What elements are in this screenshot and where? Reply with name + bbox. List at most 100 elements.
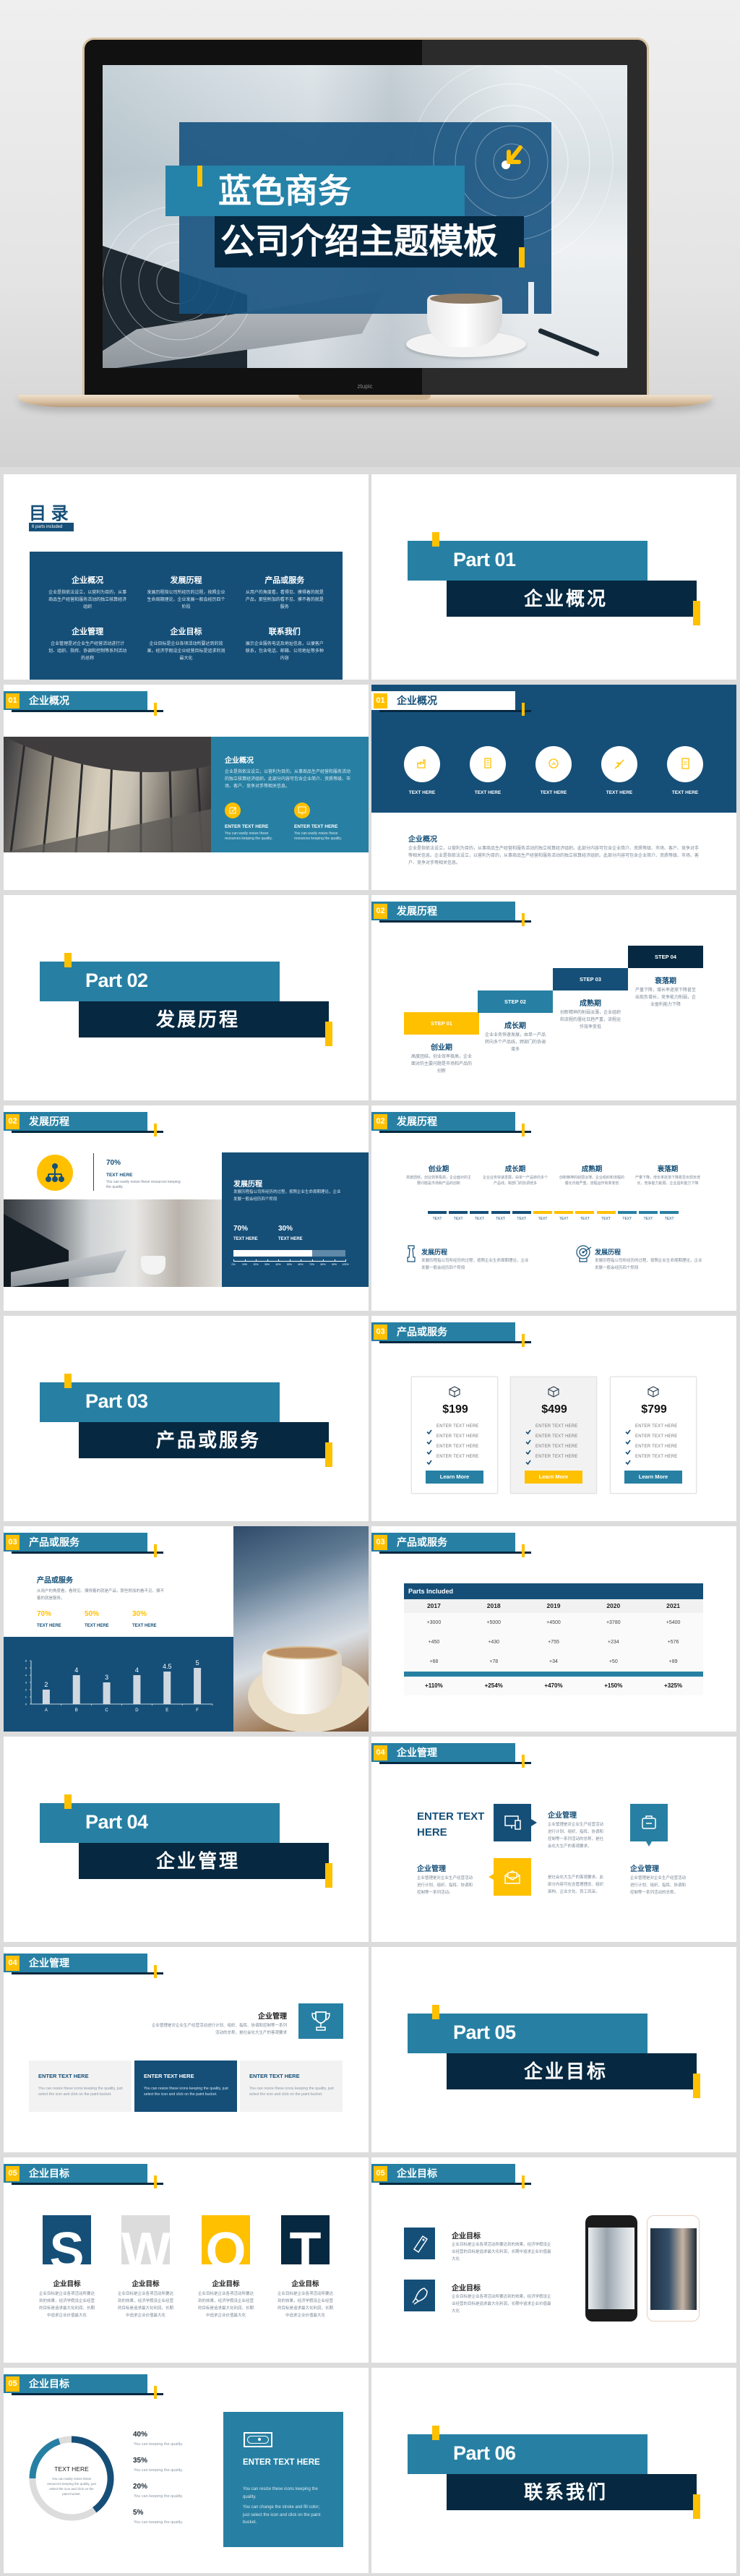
legend-desc: You can keeping the quality.: [134, 2520, 184, 2525]
panel-desc: You can change the stroke and fill color…: [243, 2505, 321, 2525]
toc-item-desc: 企业是指依法设立，以营利为目的，从事商品生产经营和服务活动的独立核算经济组织: [48, 591, 127, 609]
part-bar-teal: [40, 962, 280, 1001]
toc-item[interactable]: 产品或服务 从用户的角度看，看得见、摸得着的就是产品，那些附加的看不见、摸不着的就…: [236, 574, 334, 611]
header-accent: [154, 1965, 157, 1978]
section-title: 产品或服务: [29, 1536, 79, 1548]
box-icon: [548, 1386, 559, 1401]
part-bar-teal: [40, 1803, 280, 1843]
step-desc: 创新精神的削弱淡薄，企业组织和流程的僵化日趋严重，流程运作效率变低: [560, 1011, 621, 1030]
donut-center-title: TEXT HERE: [54, 2465, 89, 2473]
phase-desc: 企业业务快速发展，由单一产品转向多个产品线，跨部门的协调增多: [483, 1176, 548, 1186]
toc-item[interactable]: 发展历程 发展历程指公司所经历的过程，按照企业生命周期理论，企业发展一般会经历四个…: [137, 574, 235, 611]
header-accent: [522, 1755, 525, 1768]
stat-desc: You can easily resize these resources ke…: [106, 1180, 181, 1189]
header-accent: [154, 2386, 157, 2399]
legend-value: 5%: [133, 2509, 144, 2517]
toc-item[interactable]: 联系我们 展示企业服务电话及地址信息，以便客户联系，包含电话、邮箱、公司地址等多种…: [236, 625, 334, 662]
header-underline: [12, 1552, 163, 1554]
mail-icon: [494, 1858, 531, 1896]
laptop-brand: ztupic: [357, 383, 373, 390]
step-box: STEP 03: [553, 968, 628, 990]
part-title: 联系我们: [524, 2481, 608, 2503]
cursor-arrow-icon: [499, 143, 528, 176]
table-cell: +5000: [486, 1620, 502, 1625]
scale-tick: [289, 1259, 291, 1262]
plan-price: $799: [641, 1403, 667, 1416]
legend-value: 40%: [133, 2431, 148, 2439]
column-header: 2017: [426, 1602, 441, 1609]
section-number: 03: [374, 1325, 387, 1340]
progress-bar: [233, 1250, 345, 1257]
bar-B: [72, 1675, 80, 1704]
section-header: 02 发展历程: [371, 1112, 515, 1131]
legend-desc: You can keeping the quality.: [134, 2468, 184, 2473]
part-title: 企业管理: [156, 1850, 241, 1872]
card-desc: You can resize these icons keeping the q…: [38, 2087, 123, 2097]
section-title: 产品或服务: [397, 1536, 447, 1548]
section-number: 04: [374, 1745, 387, 1760]
plan-price: $499: [541, 1403, 567, 1416]
section-header: 05 企业目标: [4, 2374, 147, 2393]
learn-more-button[interactable]: Learn More: [426, 1471, 483, 1484]
phase-title: 创业期: [428, 1165, 449, 1173]
table-divider: [404, 1672, 703, 1677]
step-desc: 企业业务快速发展，由单一产品转向多个产品线，跨部门的协调增多: [485, 1033, 546, 1052]
yellow-accent: [432, 2005, 439, 2019]
chess-rook-icon: [406, 1244, 416, 1267]
toc-item[interactable]: 企业管理 企业管理是对企业生产经营活动进行计划、组织、指挥、协调和控制等系列活动的…: [38, 625, 137, 662]
header-underline: [12, 2183, 163, 2185]
pricing-card: $199 ENTER TEXT HERE ENTER TEXT HERE ENTER …: [411, 1377, 498, 1494]
toc-item[interactable]: 企业目标 企业目标是企业各项活动所要达到的效果，经济学假设企业经营目标是追求利润最…: [137, 625, 235, 662]
y-tick-label: 3: [25, 1681, 27, 1685]
scale-label: 30%: [264, 1263, 270, 1266]
yellow-accent: [325, 1022, 332, 1046]
product-stat-value: 50%: [85, 1610, 100, 1618]
phone-mockup-dark: [585, 2215, 637, 2322]
table-cell: +50: [608, 1659, 618, 1664]
scale-tick: [323, 1259, 324, 1262]
bar-value-label: 4: [135, 1666, 139, 1674]
feature-desc: You can easily resize these resources ke…: [225, 831, 273, 841]
progress-fill: [233, 1250, 312, 1257]
table-cell: +234: [607, 1640, 619, 1645]
slide-part-05: Part 05 企业目标: [371, 1947, 736, 2152]
column-header: 2021: [666, 1602, 681, 1609]
info-card: ENTER TEXT HERE You can resize these icon…: [240, 2061, 343, 2112]
bar-C: [103, 1682, 111, 1704]
scale-label: 90%: [331, 1263, 337, 1266]
header-underline: [12, 2393, 163, 2395]
toc-item[interactable]: 企业概况 企业是指依法设立，以营利为目的，从事商品生产经营和服务活动的独立核算经济…: [38, 574, 137, 611]
laptop-notch: [298, 395, 431, 400]
scale-tick: [345, 1259, 346, 1262]
learn-more-button[interactable]: Learn More: [624, 1471, 682, 1484]
scale-label: 100%: [342, 1263, 349, 1266]
part-label: Part 06: [453, 2442, 516, 2464]
column-header: 2019: [546, 1602, 561, 1609]
slide-donut: TEXT HERE You can easily resize these re…: [4, 2368, 369, 2573]
table-cell: +3000: [426, 1620, 442, 1625]
slide-part-03: Part 03 产品或服务: [4, 1316, 369, 1521]
factory-icon: [404, 746, 440, 782]
panel-desc: 发展历程指公司所经历的过程，按照企业生命周期理论，企业发展一般会经历四个阶段: [233, 1190, 341, 1202]
scale-tick: [256, 1259, 257, 1262]
column-header: 2018: [486, 1602, 501, 1609]
step-box: STEP 02: [478, 990, 553, 1013]
donut-segment: [71, 2436, 114, 2513]
timeline-segment: [470, 1211, 489, 1214]
legend-desc: You can keeping the quality.: [134, 2442, 184, 2447]
bar-value-label: 5: [196, 1659, 199, 1666]
table-cell: +430: [488, 1640, 500, 1645]
swot-title: 企业目标: [53, 2280, 81, 2288]
timeline-segment: [533, 1211, 552, 1214]
product-stat-label: TEXT HERE: [85, 1624, 109, 1628]
y-tick-label: 6: [25, 1659, 27, 1663]
learn-more-button[interactable]: Learn More: [525, 1471, 582, 1484]
table-cell: +89: [668, 1659, 678, 1664]
swot-title: 企业目标: [212, 2280, 240, 2288]
section-title: 发展历程: [29, 1116, 69, 1127]
header-accent: [522, 1544, 525, 1557]
step-title: 成长期: [504, 1022, 526, 1030]
yellow-accent: [693, 2074, 700, 2098]
phase-desc: 高度团结，创业效率极高，企业面对的主要问题是市场和产品的创新: [406, 1176, 472, 1186]
part-label: Part 02: [85, 970, 148, 991]
